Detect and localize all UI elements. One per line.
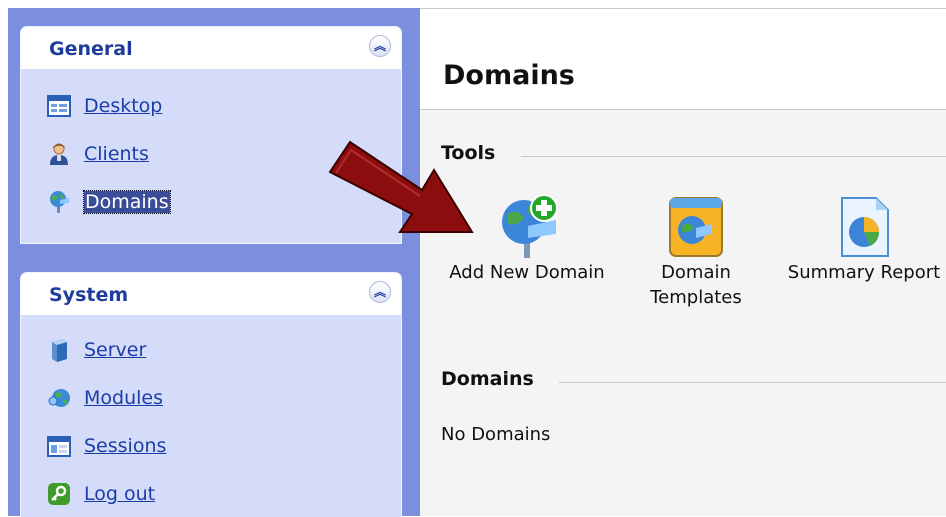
sidebar-item-server[interactable]: Server xyxy=(47,335,146,365)
main-content xyxy=(420,110,946,516)
domains-section-title: Domains xyxy=(441,368,534,390)
sidebar-item-desktop-label[interactable]: Desktop xyxy=(84,95,162,117)
tools-section-divider xyxy=(521,156,946,157)
collapse-general-icon[interactable]: ︽ xyxy=(369,35,391,57)
sidebar-item-modules[interactable]: Modules xyxy=(47,383,163,413)
sidebar-item-clients-label[interactable]: Clients xyxy=(84,143,149,165)
logout-icon xyxy=(47,482,71,506)
collapse-system-icon[interactable]: ︽ xyxy=(369,281,391,303)
sidebar-item-server-label[interactable]: Server xyxy=(84,339,146,361)
sidebar-item-sessions-label[interactable]: Sessions xyxy=(84,435,166,457)
system-panel-header[interactable]: System ︽ xyxy=(21,273,401,315)
sidebar-item-sessions[interactable]: Sessions xyxy=(47,431,166,461)
sidebar-item-modules-label[interactable]: Modules xyxy=(84,387,163,409)
sidebar-item-logout[interactable]: Log out xyxy=(47,479,155,509)
sidebar-item-logout-label[interactable]: Log out xyxy=(84,483,155,505)
no-domains-text: No Domains xyxy=(441,424,551,445)
desktop-icon xyxy=(47,94,71,118)
annotation-arrow-icon xyxy=(328,140,474,233)
general-panel-header[interactable]: General ︽ xyxy=(21,27,401,69)
sidebar-item-clients[interactable]: Clients xyxy=(47,139,149,169)
domain-templates-icon xyxy=(628,194,764,260)
system-panel-title: System xyxy=(49,284,129,306)
clients-icon xyxy=(47,142,71,166)
server-icon xyxy=(47,338,71,362)
page-title: Domains xyxy=(443,60,575,91)
domains-icon xyxy=(47,190,71,214)
system-panel: System ︽ Server Modules Sessions Log out xyxy=(20,272,402,517)
summary-report-label: Summary Report xyxy=(787,262,941,283)
summary-report-icon xyxy=(782,194,946,260)
domain-templates-label-line1: Domain xyxy=(661,262,731,283)
general-panel-title: General xyxy=(49,38,133,60)
sessions-icon xyxy=(47,434,71,458)
summary-report-button[interactable]: Summary Report xyxy=(782,194,946,285)
add-new-domain-label: Add New Domain xyxy=(449,262,605,283)
domains-section-divider xyxy=(559,382,946,383)
domain-templates-label-line2: Templates xyxy=(650,287,742,308)
sidebar-item-domains[interactable]: Domains xyxy=(47,187,171,217)
domain-templates-button[interactable]: Domain Templates xyxy=(628,194,764,310)
sidebar-item-domains-label[interactable]: Domains xyxy=(83,190,171,214)
modules-icon xyxy=(47,386,71,410)
sidebar-item-desktop[interactable]: Desktop xyxy=(47,91,162,121)
